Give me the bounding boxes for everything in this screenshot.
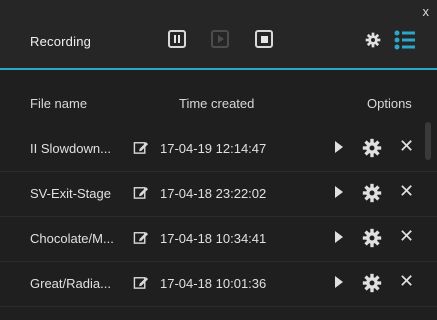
play-icon[interactable] <box>335 186 343 198</box>
row-file-name: Great/Radia... <box>30 276 111 291</box>
row-file-name: Chocolate/M... <box>30 231 114 246</box>
header-time-created: Time created <box>179 96 255 111</box>
edit-icon[interactable] <box>133 184 149 200</box>
play-icon[interactable] <box>335 231 343 243</box>
list-icon[interactable] <box>394 30 416 50</box>
gear-icon[interactable] <box>362 183 382 203</box>
edit-icon[interactable] <box>133 139 149 155</box>
pause-button[interactable] <box>168 30 186 48</box>
scrollbar-thumb[interactable] <box>425 122 431 160</box>
edit-icon[interactable] <box>133 229 149 245</box>
delete-icon[interactable]: ✕ <box>399 227 414 245</box>
stop-button[interactable] <box>255 30 273 48</box>
table-header: File name Time created Options <box>0 72 437 127</box>
pause-icon <box>174 35 180 43</box>
delete-icon[interactable]: ✕ <box>399 137 414 155</box>
play-icon <box>218 35 224 43</box>
play-icon[interactable] <box>335 276 343 288</box>
header-file-name: File name <box>30 96 88 111</box>
settings-gear-icon[interactable] <box>365 32 381 48</box>
delete-icon[interactable]: ✕ <box>399 272 414 290</box>
header-options: Options <box>367 96 412 111</box>
row-time-created: 17-04-18 23:22:02 <box>160 186 267 201</box>
title-bar: Recording x <box>0 0 437 70</box>
recording-window: Recording x File name Time created Optio… <box>0 0 437 320</box>
close-icon[interactable]: x <box>423 5 430 18</box>
gear-icon[interactable] <box>362 228 382 248</box>
row-file-name: SV-Exit-Stage <box>30 186 111 201</box>
table-row[interactable]: Great/Radia... 17-04-18 10:01:36 ✕ <box>0 262 437 307</box>
row-file-name: II Slowdown... <box>30 141 111 156</box>
row-time-created: 17-04-18 10:01:36 <box>160 276 267 291</box>
table-row[interactable]: II Slowdown... 17-04-19 12:14:47 ✕ <box>0 127 437 172</box>
play-button[interactable] <box>211 30 229 48</box>
table-row[interactable]: SV-Exit-Stage 17-04-18 23:22:02 ✕ <box>0 172 437 217</box>
table-row[interactable]: Chocolate/M... 17-04-18 10:34:41 ✕ <box>0 217 437 262</box>
play-icon[interactable] <box>335 141 343 153</box>
window-title: Recording <box>30 34 92 49</box>
row-time-created: 17-04-19 12:14:47 <box>160 141 267 156</box>
delete-icon[interactable]: ✕ <box>399 182 414 200</box>
gear-icon[interactable] <box>362 273 382 293</box>
row-time-created: 17-04-18 10:34:41 <box>160 231 267 246</box>
gear-icon[interactable] <box>362 138 382 158</box>
edit-icon[interactable] <box>133 274 149 290</box>
stop-icon <box>260 35 268 43</box>
